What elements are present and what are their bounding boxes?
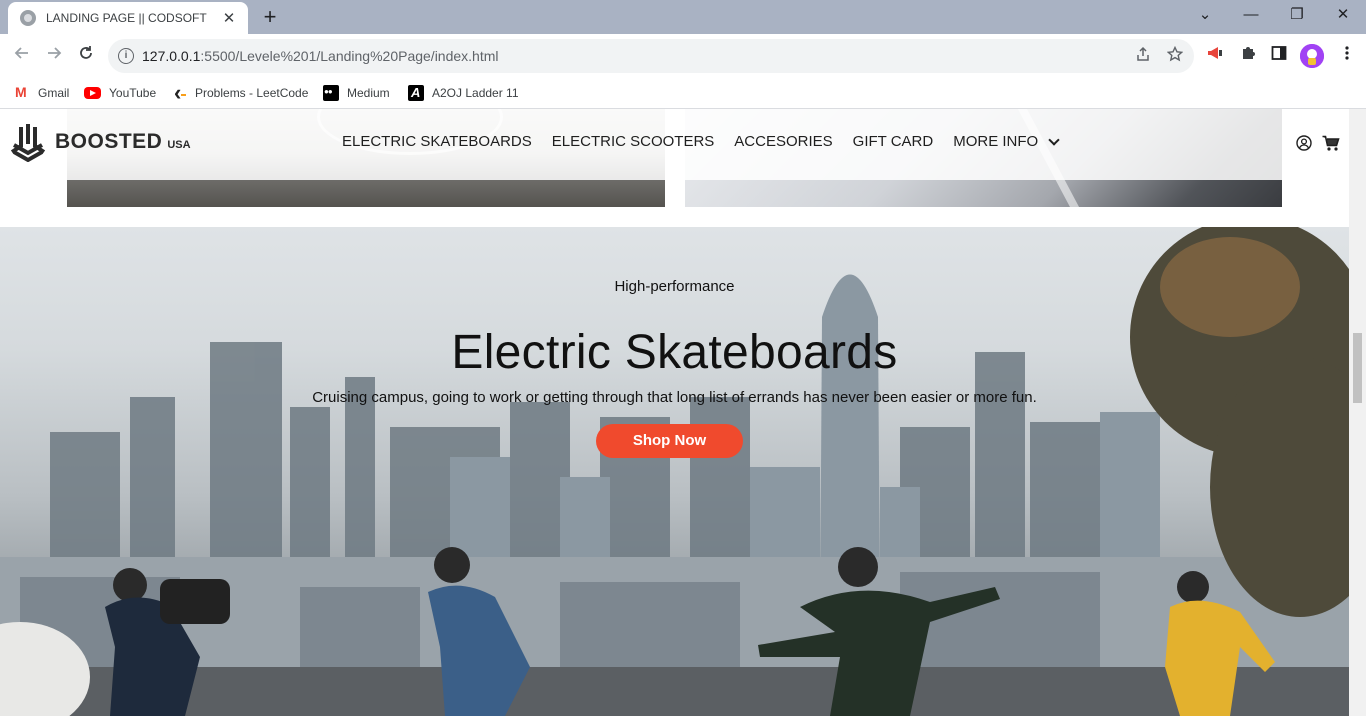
page-scrollbar[interactable] <box>1349 109 1366 716</box>
hero-section: High-performance Electric Skateboards Cr… <box>0 227 1349 716</box>
forward-arrow-icon[interactable] <box>40 42 68 70</box>
nav-electric-scooters[interactable]: ELECTRIC SCOOTERS <box>552 133 715 150</box>
hero-description: Cruising campus, going to work or gettin… <box>312 389 1037 406</box>
browser-tab-active[interactable]: LANDING PAGE || CODSOFT ✕ <box>8 2 248 34</box>
bookmark-a2oj[interactable]: A2OJ Ladder 11 <box>408 82 519 104</box>
share-icon[interactable] <box>1135 46 1151 67</box>
url-host: 127.0.0.1 <box>142 48 201 64</box>
bookmark-star-icon[interactable] <box>1166 45 1184 67</box>
leetcode-icon <box>171 80 187 106</box>
nav-electric-skateboards[interactable]: ELECTRIC SKATEBOARDS <box>342 133 532 150</box>
bookmark-youtube[interactable]: YouTube <box>84 82 156 104</box>
youtube-icon <box>84 87 101 99</box>
url-path: :5500/Levele%201/Landing%20Page/index.ht… <box>200 48 499 64</box>
logo-wordmark: BOOSTED <box>55 130 163 153</box>
tab-strip: LANDING PAGE || CODSOFT ✕ + ⌄ — ❐ ✕ <box>0 0 1366 34</box>
main-nav: ELECTRIC SKATEBOARDS ELECTRIC SCOOTERS A… <box>342 133 1060 150</box>
gmail-icon <box>14 84 30 101</box>
user-account-icon[interactable] <box>1296 135 1312 151</box>
tab-title: LANDING PAGE || CODSOFT <box>46 11 207 25</box>
boosted-logo-icon <box>10 124 46 162</box>
new-tab-button[interactable]: + <box>258 3 282 31</box>
tab-search-chevron-icon[interactable]: ⌄ <box>1182 0 1228 30</box>
back-arrow-icon[interactable] <box>8 42 36 70</box>
bookmark-label: A2OJ Ladder 11 <box>432 86 519 100</box>
bookmark-label: Medium <box>347 86 390 100</box>
bookmark-leetcode[interactable]: Problems - LeetCode <box>171 80 309 106</box>
shopping-cart-icon[interactable] <box>1322 135 1340 151</box>
nav-more-info-label: MORE INFO <box>953 133 1039 150</box>
hero-kicker: High-performance <box>614 278 735 295</box>
bookmark-label: Gmail <box>38 86 70 100</box>
nav-more-info[interactable]: MORE INFO <box>953 133 1060 150</box>
extensions-puzzle-icon[interactable] <box>1237 45 1259 67</box>
nav-gift-card[interactable]: GIFT CARD <box>853 133 934 150</box>
medium-icon <box>323 85 339 101</box>
minimize-button[interactable]: — <box>1228 0 1274 30</box>
hero-cityscape-image <box>0 227 1349 716</box>
hero-title: Electric Skateboards <box>451 326 898 379</box>
megaphone-extension-icon[interactable] <box>1204 45 1226 67</box>
bookmarks-bar: Gmail YouTube Problems - LeetCode Medium… <box>0 78 1366 109</box>
chevron-down-icon <box>1048 133 1060 146</box>
browser-toolbar: i 127.0.0.1:5500/Levele%201/Landing%20Pa… <box>0 34 1366 78</box>
bookmark-label: Problems - LeetCode <box>195 86 309 100</box>
site-info-icon[interactable]: i <box>118 48 134 64</box>
reload-icon[interactable] <box>72 42 100 70</box>
scrollbar-thumb[interactable] <box>1353 333 1362 403</box>
bookmark-label: YouTube <box>109 86 157 100</box>
logo-region: USA <box>167 139 191 151</box>
site-navbar: BOOSTED USA ELECTRIC SKATEBOARDS ELECTRI… <box>0 109 1349 180</box>
close-tab-icon[interactable]: ✕ <box>220 9 238 27</box>
restore-button[interactable]: ❐ <box>1274 0 1320 30</box>
address-bar[interactable]: i 127.0.0.1:5500/Levele%201/Landing%20Pa… <box>108 39 1194 73</box>
bookmark-medium[interactable]: Medium <box>323 82 390 104</box>
close-window-button[interactable]: ✕ <box>1320 0 1366 30</box>
nav-accessories[interactable]: ACCESORIES <box>734 133 832 150</box>
a2oj-icon <box>408 85 424 101</box>
page-viewport: BOOSTED USA ELECTRIC SKATEBOARDS ELECTRI… <box>0 109 1349 716</box>
bookmark-gmail[interactable]: Gmail <box>14 82 69 104</box>
globe-icon <box>20 10 36 26</box>
profile-avatar[interactable] <box>1300 44 1324 68</box>
site-logo[interactable]: BOOSTED USA <box>10 122 191 162</box>
url-text: 127.0.0.1:5500/Levele%201/Landing%20Page… <box>142 48 499 64</box>
side-panel-icon[interactable] <box>1268 45 1290 67</box>
shop-now-button[interactable]: Shop Now <box>596 424 743 458</box>
browser-menu-icon[interactable] <box>1336 45 1358 67</box>
